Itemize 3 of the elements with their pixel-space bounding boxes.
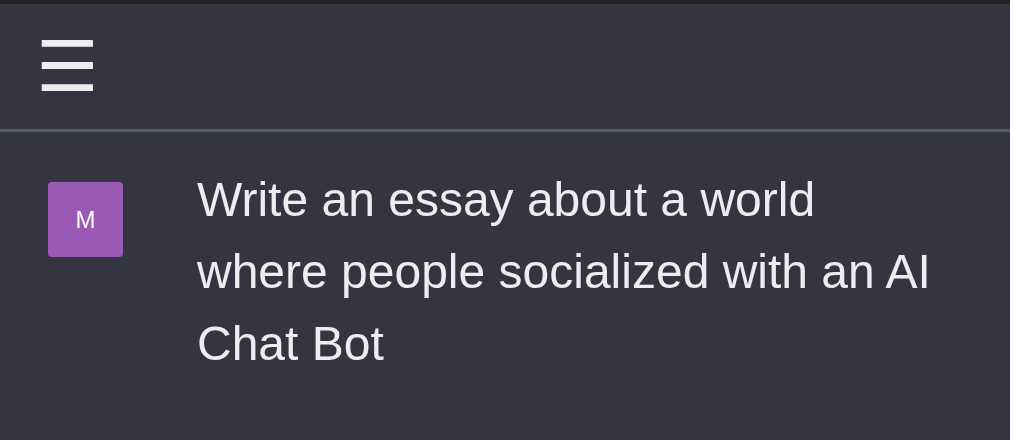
user-avatar: M	[48, 182, 123, 257]
menu-button[interactable]: ☰	[30, 31, 105, 102]
message-text: Write an essay about a world where people socialized with an AI Chat Bot	[197, 172, 932, 372]
